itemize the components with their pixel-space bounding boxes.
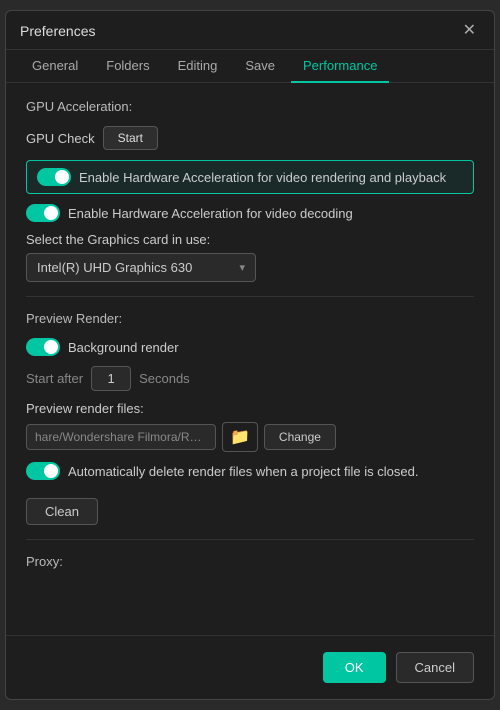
selected-card-value: Intel(R) UHD Graphics 630 [37, 260, 192, 275]
close-button[interactable]: ✕ [459, 21, 480, 41]
preferences-dialog: Preferences ✕ General Folders Editing Sa… [5, 10, 495, 700]
hw-accel-video-toggle[interactable] [37, 168, 71, 186]
hw-accel-decode-label: Enable Hardware Acceleration for video d… [68, 206, 353, 221]
select-card-row: Select the Graphics card in use: Intel(R… [26, 232, 474, 282]
start-after-input[interactable] [91, 366, 131, 391]
chevron-down-icon: ▾ [239, 261, 245, 274]
dialog-title: Preferences [20, 23, 95, 39]
proxy-section: Proxy: [26, 554, 474, 569]
tab-performance[interactable]: Performance [291, 50, 389, 83]
preview-section-label: Preview Render: [26, 311, 474, 326]
render-files-label: Preview render files: [26, 401, 474, 416]
start-button[interactable]: Start [103, 126, 158, 150]
select-card-label: Select the Graphics card in use: [26, 232, 474, 247]
hw-accel-video-row: Enable Hardware Acceleration for video r… [26, 160, 474, 194]
hw-accel-video-label: Enable Hardware Acceleration for video r… [79, 170, 446, 185]
hw-accel-decode-row: Enable Hardware Acceleration for video d… [26, 204, 474, 222]
gpu-check-row: GPU Check Start [26, 126, 474, 150]
ok-button[interactable]: OK [323, 652, 386, 683]
start-after-label: Start after [26, 371, 83, 386]
auto-delete-label: Automatically delete render files when a… [68, 464, 418, 479]
gpu-check-label: GPU Check [26, 131, 95, 146]
clean-button[interactable]: Clean [26, 498, 98, 525]
content-area: GPU Acceleration: GPU Check Start Enable… [6, 83, 494, 585]
section-divider-1 [26, 296, 474, 297]
tab-save[interactable]: Save [233, 50, 287, 83]
bg-render-row: Background render [26, 338, 474, 356]
graphics-card-select[interactable]: Intel(R) UHD Graphics 630 ▾ [26, 253, 256, 282]
seconds-label: Seconds [139, 371, 190, 386]
proxy-section-label: Proxy: [26, 554, 63, 569]
section-divider-2 [26, 539, 474, 540]
auto-delete-toggle[interactable] [26, 462, 60, 480]
bg-render-toggle[interactable] [26, 338, 60, 356]
bg-render-label: Background render [68, 340, 179, 355]
folder-button[interactable]: 📁 [222, 422, 258, 452]
auto-delete-row: Automatically delete render files when a… [26, 462, 474, 480]
tab-general[interactable]: General [20, 50, 90, 83]
tabs-bar: General Folders Editing Save Performance [6, 50, 494, 83]
render-path-input[interactable]: hare/Wondershare Filmora/Render [26, 424, 216, 450]
title-bar: Preferences ✕ [6, 11, 494, 50]
tab-folders[interactable]: Folders [94, 50, 161, 83]
change-button[interactable]: Change [264, 424, 336, 450]
dialog-footer: OK Cancel [6, 635, 494, 699]
hw-accel-decode-toggle[interactable] [26, 204, 60, 222]
render-path-row: hare/Wondershare Filmora/Render 📁 Change [26, 422, 474, 452]
tab-editing[interactable]: Editing [166, 50, 230, 83]
render-files-row: Preview render files: hare/Wondershare F… [26, 401, 474, 452]
start-after-row: Start after Seconds [26, 366, 474, 391]
gpu-section-label: GPU Acceleration: [26, 99, 474, 114]
cancel-button[interactable]: Cancel [396, 652, 474, 683]
